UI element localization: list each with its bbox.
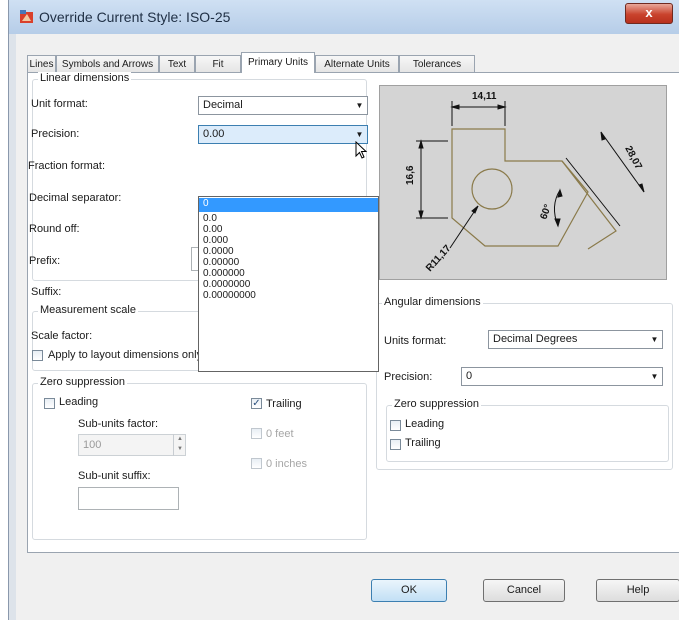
apply-layout-checkbox[interactable] (32, 350, 43, 361)
angular-zero-suppression-group (386, 405, 669, 462)
angular-trailing-checkbox[interactable] (390, 439, 401, 450)
precision-option[interactable]: 0 (199, 198, 378, 212)
suffix-label: Suffix: (31, 286, 62, 298)
angular-leading-label: Leading (405, 418, 445, 430)
precision-label: Precision: (31, 128, 80, 140)
spin-up-icon: ▲ (177, 436, 183, 442)
inches-checkbox[interactable] (251, 458, 262, 469)
angular-leading-checkbox[interactable] (390, 420, 401, 431)
scale-factor-label: Scale factor: (31, 330, 93, 342)
checkmark-icon: ✓ (252, 398, 261, 409)
tab-strip: Lines Symbols and Arrows Text Fit Primar… (27, 52, 679, 73)
precision-option[interactable]: 0.0 (199, 213, 378, 224)
precision-select[interactable]: 0.00 ▼ (198, 125, 368, 144)
window-title: Override Current Style: ISO-25 (39, 9, 231, 25)
trailing-label: Trailing (266, 398, 302, 410)
tab-fit[interactable]: Fit (195, 55, 241, 72)
autocad-app-icon (20, 10, 33, 23)
unit-format-select[interactable]: Decimal ▼ (198, 96, 368, 115)
prefix-label: Prefix: (29, 255, 61, 267)
preview-dim-angle: 60° (538, 203, 554, 221)
cancel-button[interactable]: Cancel (483, 579, 565, 602)
dialog-client: Lines Symbols and Arrows Text Fit Primar… (16, 34, 679, 620)
precision-option[interactable]: 0.0000000 (199, 279, 378, 290)
feet-checkbox[interactable] (251, 428, 262, 439)
precision-option[interactable]: 0.000 (199, 235, 378, 246)
preview-dim-radius: R11,17 (424, 243, 454, 274)
apply-layout-label: Apply to layout dimensions only (48, 349, 203, 361)
chevron-down-icon: ▼ (650, 335, 659, 344)
ok-button[interactable]: OK (371, 579, 447, 602)
leading-checkbox[interactable] (44, 398, 55, 409)
zero-suppression-label: Zero suppression (38, 376, 127, 388)
angular-precision-value: 0 (466, 370, 473, 382)
precision-dropdown-list[interactable]: 0 0.0 0.00 0.000 0.0000 0.00000 0.000000… (198, 196, 379, 372)
chevron-down-icon: ▼ (355, 101, 364, 110)
tab-tolerances[interactable]: Tolerances (399, 55, 475, 72)
tab-text[interactable]: Text (159, 55, 195, 72)
angular-units-format-label: Units format: (384, 335, 447, 347)
spin-down-icon: ▼ (177, 446, 183, 452)
preview-dim-left: 16,6 (405, 165, 416, 185)
unit-format-label: Unit format: (31, 98, 88, 110)
preview-dim-right: 28,07 (622, 144, 644, 172)
close-icon: x (645, 5, 653, 20)
tab-symbols-and-arrows[interactable]: Symbols and Arrows (56, 55, 159, 72)
angular-zero-suppression-label: Zero suppression (392, 398, 481, 410)
angular-units-format-value: Decimal Degrees (493, 333, 578, 345)
chevron-down-icon: ▼ (650, 372, 659, 381)
unit-format-value: Decimal (203, 99, 243, 111)
subunits-factor-value: 100 (83, 439, 102, 451)
dimension-preview: 14,11 16,6 28,07 60° R11,17 (379, 85, 667, 280)
measurement-scale-label: Measurement scale (38, 304, 138, 316)
angular-precision-label: Precision: (384, 371, 433, 383)
linear-dimensions-label: Linear dimensions (38, 72, 132, 84)
subunit-suffix-input[interactable] (78, 487, 179, 510)
help-button[interactable]: Help (596, 579, 679, 602)
close-button[interactable]: x (625, 3, 673, 24)
subunits-factor-spinner[interactable]: ▲ ▼ (173, 434, 186, 456)
angular-trailing-label: Trailing (405, 437, 441, 449)
inches-label: 0 inches (266, 458, 307, 470)
primary-units-panel: Linear dimensions Unit format: Decimal ▼… (27, 72, 679, 553)
preview-dim-top: 14,11 (472, 91, 497, 102)
angular-dimensions-label: Angular dimensions (382, 296, 483, 308)
angular-units-format-select[interactable]: Decimal Degrees ▼ (488, 330, 663, 349)
leading-label: Leading (59, 396, 99, 408)
feet-label: 0 feet (266, 428, 294, 440)
angular-precision-select[interactable]: 0 ▼ (461, 367, 663, 386)
decimal-separator-label: Decimal separator: (29, 192, 122, 204)
trailing-checkbox[interactable]: ✓ (251, 398, 262, 409)
subunit-suffix-label: Sub-unit suffix: (78, 470, 151, 482)
override-style-dialog: Override Current Style: ISO-25 x Lines S… (8, 0, 679, 620)
round-off-label: Round off: (29, 223, 80, 235)
tab-lines[interactable]: Lines (27, 55, 56, 72)
subunits-factor-label: Sub-units factor: (78, 418, 159, 430)
precision-option[interactable]: 0.00000000 (199, 290, 378, 301)
preview-drawing: 14,11 16,6 28,07 60° R11,17 (405, 91, 645, 274)
subunits-factor-input[interactable]: 100 (78, 434, 186, 456)
precision-option[interactable]: 0.0000 (199, 246, 378, 257)
precision-option[interactable]: 0.00000 (199, 257, 378, 268)
precision-value: 0.00 (203, 128, 225, 140)
tab-primary-units[interactable]: Primary Units (241, 52, 315, 73)
tab-alternate-units[interactable]: Alternate Units (315, 55, 399, 72)
precision-option[interactable]: 0.000000 (199, 268, 378, 279)
title-bar[interactable]: Override Current Style: ISO-25 x (9, 0, 679, 34)
fraction-format-label: Fraction format: (28, 160, 106, 172)
precision-option[interactable]: 0.00 (199, 224, 378, 235)
mouse-cursor-icon (355, 141, 368, 159)
